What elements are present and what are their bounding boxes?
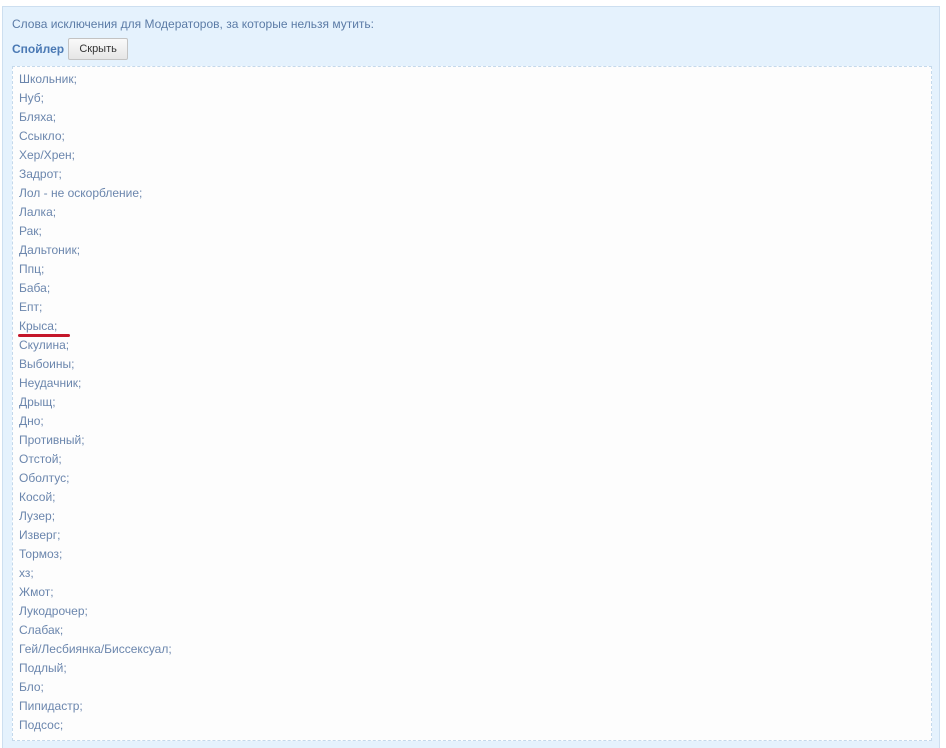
list-item: Лол - не оскорбление; bbox=[19, 186, 143, 200]
list-item: Ссыкло; bbox=[19, 129, 65, 143]
list-item: Лукодрочер; bbox=[19, 604, 88, 618]
list-item: Оболтус; bbox=[19, 471, 70, 485]
list-item: Тормоз; bbox=[19, 547, 63, 561]
list-item: Подсос; bbox=[19, 718, 64, 732]
list-item: Рак; bbox=[19, 224, 42, 238]
list-item: хз; bbox=[19, 566, 34, 580]
list-item: Дрыщ; bbox=[19, 395, 56, 409]
list-item: Подлый; bbox=[19, 661, 67, 675]
spoiler-content: Школьник; Нуб; Бляха; Ссыкло; Хер/Хрен; … bbox=[12, 66, 932, 741]
list-item: Противный; bbox=[19, 433, 85, 447]
list-item: Задрот; bbox=[19, 167, 62, 181]
list-item: Пипидастр; bbox=[19, 699, 83, 713]
list-item: Скулина; bbox=[19, 338, 70, 352]
list-item: Епт; bbox=[19, 300, 43, 314]
list-item: Лалка; bbox=[19, 205, 57, 219]
list-item: Выбоины; bbox=[19, 357, 75, 371]
list-item: Слабак; bbox=[19, 623, 64, 637]
spoiler-toggle-button[interactable]: Скрыть bbox=[68, 38, 129, 60]
list-item: Дальтоник; bbox=[19, 243, 81, 257]
list-item: Косой; bbox=[19, 490, 56, 504]
list-item: Гей/Лесбиянка/Биссексуал; bbox=[19, 642, 172, 656]
intro-text: Слова исключения для Модераторов, за кот… bbox=[12, 17, 375, 31]
post-panel: Слова исключения для Модераторов, за кот… bbox=[2, 6, 940, 748]
list-item: Бляха; bbox=[19, 110, 57, 124]
list-item: Лузер; bbox=[19, 509, 56, 523]
list-item: Школьник; bbox=[19, 72, 77, 86]
list-item: Нуб; bbox=[19, 91, 45, 105]
list-item: Отстой; bbox=[19, 452, 62, 466]
list-item: Ппц; bbox=[19, 262, 45, 276]
list-item: Баба; bbox=[19, 281, 51, 295]
list-item: Бло; bbox=[19, 680, 44, 694]
list-item: Изверг; bbox=[19, 528, 61, 542]
annotation-underline bbox=[18, 334, 70, 337]
word-list: Школьник; Нуб; Бляха; Ссыкло; Хер/Хрен; … bbox=[19, 70, 172, 735]
spoiler-header: Спойлер Скрыть bbox=[12, 38, 129, 60]
list-item: Жмот; bbox=[19, 585, 54, 599]
list-item: Хер/Хрен; bbox=[19, 148, 75, 162]
spoiler-title: Спойлер bbox=[12, 42, 65, 56]
list-item: Неудачник; bbox=[19, 376, 82, 390]
list-item: Дно; bbox=[19, 414, 44, 428]
